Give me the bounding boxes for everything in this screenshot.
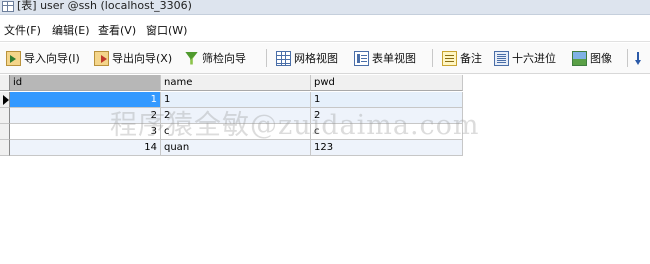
image-icon	[572, 50, 587, 66]
row-indicator[interactable]	[0, 92, 10, 108]
export-icon	[94, 50, 109, 66]
filter-wizard-button[interactable]: 筛检向导	[184, 48, 246, 68]
column-header-name[interactable]: name	[161, 75, 311, 91]
toolbar-separator	[432, 49, 433, 67]
menu-bar: 文件(F) 编辑(E) 查看(V) 窗口(W)	[0, 17, 650, 42]
memo-label: 备注	[460, 52, 482, 65]
sort-button[interactable]	[635, 48, 650, 68]
export-wizard-button[interactable]: 导出向导(X)	[94, 48, 172, 68]
import-wizard-button[interactable]: 导入向导(I)	[6, 48, 80, 68]
hex-label: 十六进位	[512, 52, 556, 65]
grid-view-label: 网格视图	[294, 52, 338, 65]
row-indicator[interactable]	[0, 140, 10, 156]
image-label: 图像	[590, 52, 612, 65]
image-button[interactable]: 图像	[572, 48, 612, 68]
current-row-arrow-icon	[3, 95, 9, 105]
sort-icon	[635, 51, 650, 66]
form-view-label: 表单视图	[372, 52, 416, 65]
row-indicator-header	[0, 75, 10, 91]
table-icon	[2, 1, 14, 12]
form-view-button[interactable]: 表单视图	[354, 48, 416, 68]
cell-pwd[interactable]: 123	[311, 140, 463, 156]
filter-wizard-label: 筛检向导	[202, 52, 246, 65]
column-header-id[interactable]: id	[10, 75, 161, 91]
hex-button[interactable]: 十六进位	[494, 48, 556, 68]
grid-view-icon	[276, 50, 291, 66]
filter-icon	[184, 51, 199, 66]
form-view-icon	[354, 50, 369, 66]
row-indicator[interactable]	[0, 124, 10, 140]
menu-file[interactable]: 文件(F)	[4, 22, 41, 38]
window-title: [表] user @ssh (localhost_3306)	[17, 0, 192, 12]
import-wizard-label: 导入向导(I)	[24, 52, 80, 65]
export-wizard-label: 导出向导(X)	[112, 52, 173, 65]
import-icon	[6, 50, 21, 66]
watermark: 程序猿全敏@zuidaima.com	[110, 110, 480, 141]
menu-view[interactable]: 查看(V)	[98, 22, 136, 38]
toolbar-separator	[266, 49, 267, 67]
grid-view-button[interactable]: 网格视图	[276, 48, 338, 68]
cell-name[interactable]: quan	[161, 140, 311, 156]
hex-icon	[494, 50, 509, 66]
memo-icon	[442, 50, 457, 66]
menu-edit[interactable]: 编辑(E)	[52, 22, 90, 38]
memo-button[interactable]: 备注	[442, 48, 482, 68]
row-indicator[interactable]	[0, 108, 10, 124]
toolbar: 导入向导(I) 导出向导(X) 筛检向导 网格视图 表单视图 备注 十六进位 图…	[0, 43, 650, 74]
title-bar: [表] user @ssh (localhost_3306)	[0, 0, 650, 15]
cell-id[interactable]: 14	[10, 140, 161, 156]
menu-window[interactable]: 窗口(W)	[146, 22, 187, 38]
toolbar-separator	[627, 49, 628, 67]
column-header-pwd[interactable]: pwd	[311, 75, 463, 91]
